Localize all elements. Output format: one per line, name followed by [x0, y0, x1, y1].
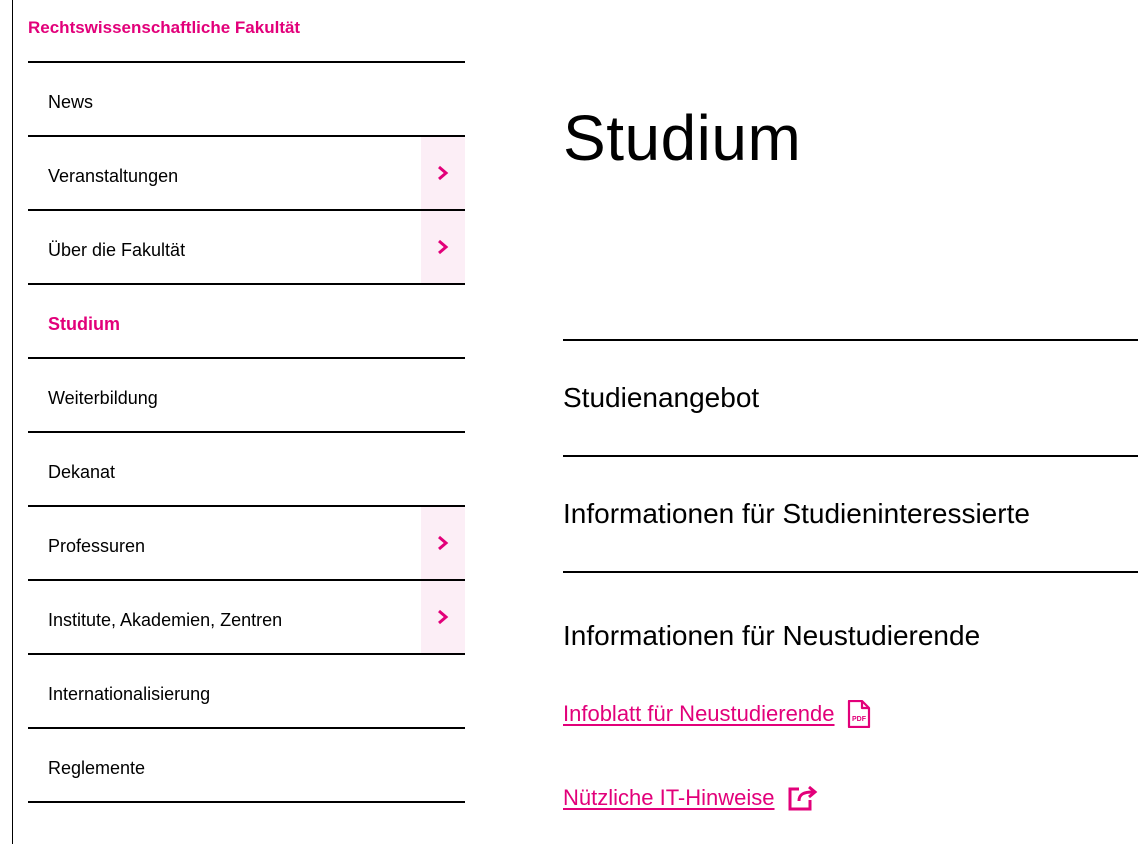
chevron-right-icon: [438, 165, 449, 181]
external-link-icon: [788, 785, 817, 811]
chevron-right-icon: [438, 535, 449, 551]
sidebar-item-professuren[interactable]: Professuren: [28, 507, 465, 581]
sidebar-item-reglemente[interactable]: Reglemente: [28, 729, 465, 803]
chevron-right-icon: [438, 609, 449, 625]
section-heading-studienangebot[interactable]: Studienangebot: [563, 341, 1138, 455]
sidebar-item-label[interactable]: Veranstaltungen: [48, 166, 178, 187]
sidebar-item-institute[interactable]: Institute, Akademien, Zentren: [28, 581, 465, 655]
submenu-toggle-button[interactable]: [421, 211, 465, 283]
faculty-title[interactable]: Rechtswissenschaftliche Fakultät: [28, 18, 300, 38]
sidebar-item-label[interactable]: Internationalisierung: [48, 684, 210, 705]
it-hinweise-link[interactable]: Nützliche IT-Hinweise: [563, 785, 821, 811]
sidebar-item-dekanat[interactable]: Dekanat: [28, 433, 465, 507]
svg-text:PDF: PDF: [852, 716, 867, 723]
section-list: Studienangebot Informationen für Studien…: [563, 339, 1138, 652]
sidebar-item-label[interactable]: News: [48, 92, 93, 113]
link-label[interactable]: Infoblatt für Neustudierende: [563, 701, 835, 727]
page-title: Studium: [563, 102, 802, 174]
sidebar-item-label[interactable]: Professuren: [48, 536, 145, 557]
sidebar-item-label[interactable]: Institute, Akademien, Zentren: [48, 610, 282, 631]
section-heading-studieninteressierte[interactable]: Informationen für Studieninteressierte: [563, 457, 1138, 571]
sidebar-item-internationalisierung[interactable]: Internationalisierung: [28, 655, 465, 729]
sidebar-item-label[interactable]: Über die Fakultät: [48, 240, 185, 261]
section-heading-neustudierende: Informationen für Neustudierende: [563, 620, 981, 651]
sidebar-item-label[interactable]: Reglemente: [48, 758, 145, 779]
sidebar-item-news[interactable]: News: [28, 63, 465, 137]
submenu-toggle-button[interactable]: [421, 507, 465, 579]
sidebar-item-weiterbildung[interactable]: Weiterbildung: [28, 359, 465, 433]
sidebar-item-label[interactable]: Studium: [48, 314, 120, 335]
sidebar-item-label[interactable]: Weiterbildung: [48, 388, 158, 409]
chevron-right-icon: [438, 239, 449, 255]
sidebar-nav: News Veranstaltungen Über die Fakultät S…: [28, 63, 465, 803]
submenu-toggle-button[interactable]: [421, 581, 465, 653]
pdf-icon: PDF: [847, 700, 870, 728]
sidebar-item-veranstaltungen[interactable]: Veranstaltungen: [28, 137, 465, 211]
submenu-toggle-button[interactable]: [421, 137, 465, 209]
infoblatt-link[interactable]: Infoblatt für Neustudierende PDF: [563, 700, 871, 728]
sidebar-item-label[interactable]: Dekanat: [48, 462, 115, 483]
sidebar-item-ueber-die-fakultaet[interactable]: Über die Fakultät: [28, 211, 465, 285]
link-label[interactable]: Nützliche IT-Hinweise: [563, 785, 775, 811]
sidebar-item-studium[interactable]: Studium: [28, 285, 465, 359]
